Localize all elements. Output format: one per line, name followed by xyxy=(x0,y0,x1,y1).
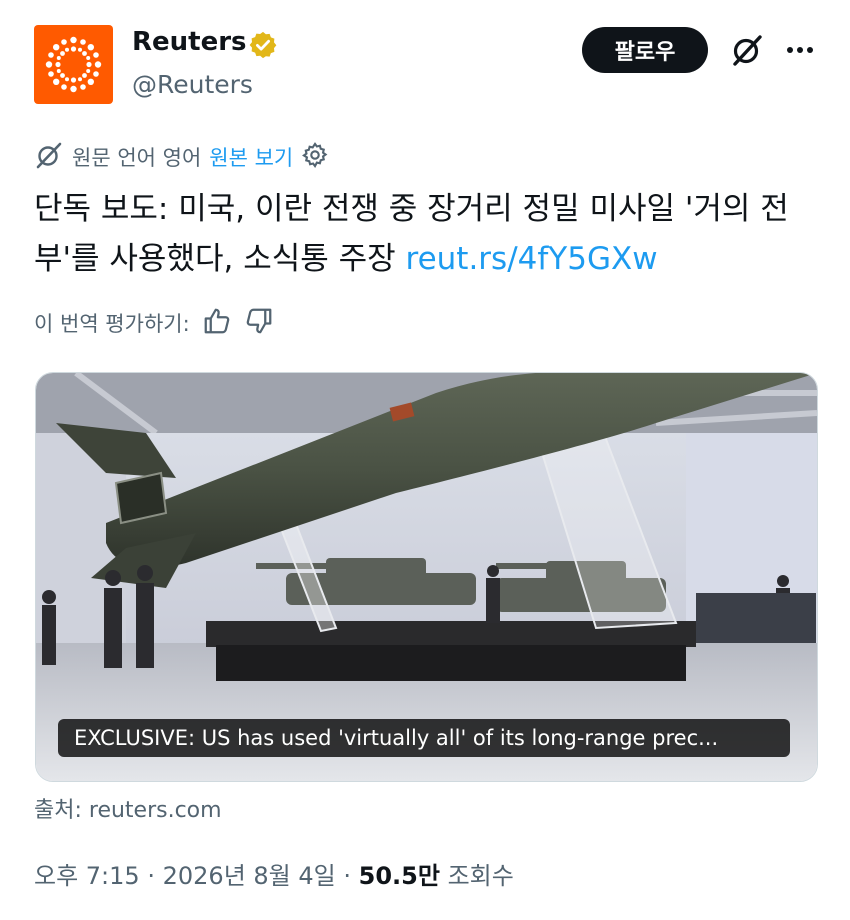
tweet-meta: 오후 7:15 · 2026년 8월 4일 · 50.5만 조회수 xyxy=(34,856,514,891)
tweet-text: 단독 보도: 미국, 이란 전쟁 중 장거리 정밀 미사일 '거의 전부'를 사… xyxy=(34,184,824,284)
reuters-dots-icon xyxy=(45,36,102,93)
show-original-link[interactable]: 원본 보기 xyxy=(209,142,293,172)
tweet-link[interactable]: reut.rs/4fY5GXw xyxy=(406,241,658,277)
thumbs-up-icon[interactable] xyxy=(202,306,232,340)
views-count: 50.5만 xyxy=(358,862,440,890)
thumbs-down-icon[interactable] xyxy=(244,306,274,340)
translation-note: 원문 언어 영어 xyxy=(72,146,202,170)
rate-label: 이 번역 평가하기: xyxy=(34,312,190,336)
verified-badge-icon xyxy=(248,30,278,60)
post-date[interactable]: 2026년 8월 4일 xyxy=(163,862,336,890)
gear-icon[interactable] xyxy=(301,141,329,173)
author-handle[interactable]: @Reuters xyxy=(132,70,253,99)
author-name[interactable]: Reuters xyxy=(132,27,247,57)
views-label: 조회수 xyxy=(447,862,514,890)
meta-separator: · xyxy=(147,862,155,890)
media-caption: EXCLUSIVE: US has used 'virtually all' o… xyxy=(58,719,790,757)
grok-icon[interactable] xyxy=(730,33,764,67)
follow-button[interactable]: 팔로우 xyxy=(582,27,708,73)
translation-row: 원문 언어 영어 원본 보기 xyxy=(34,141,329,173)
translate-icon xyxy=(34,140,64,174)
source-link[interactable]: 출처: reuters.com xyxy=(34,792,222,824)
reuters-logo[interactable] xyxy=(34,25,113,104)
more-options-icon[interactable] xyxy=(780,36,820,64)
meta-separator: · xyxy=(343,862,352,890)
rate-translation-row: 이 번역 평가하기: xyxy=(34,306,274,340)
post-time[interactable]: 오후 7:15 xyxy=(34,862,140,890)
